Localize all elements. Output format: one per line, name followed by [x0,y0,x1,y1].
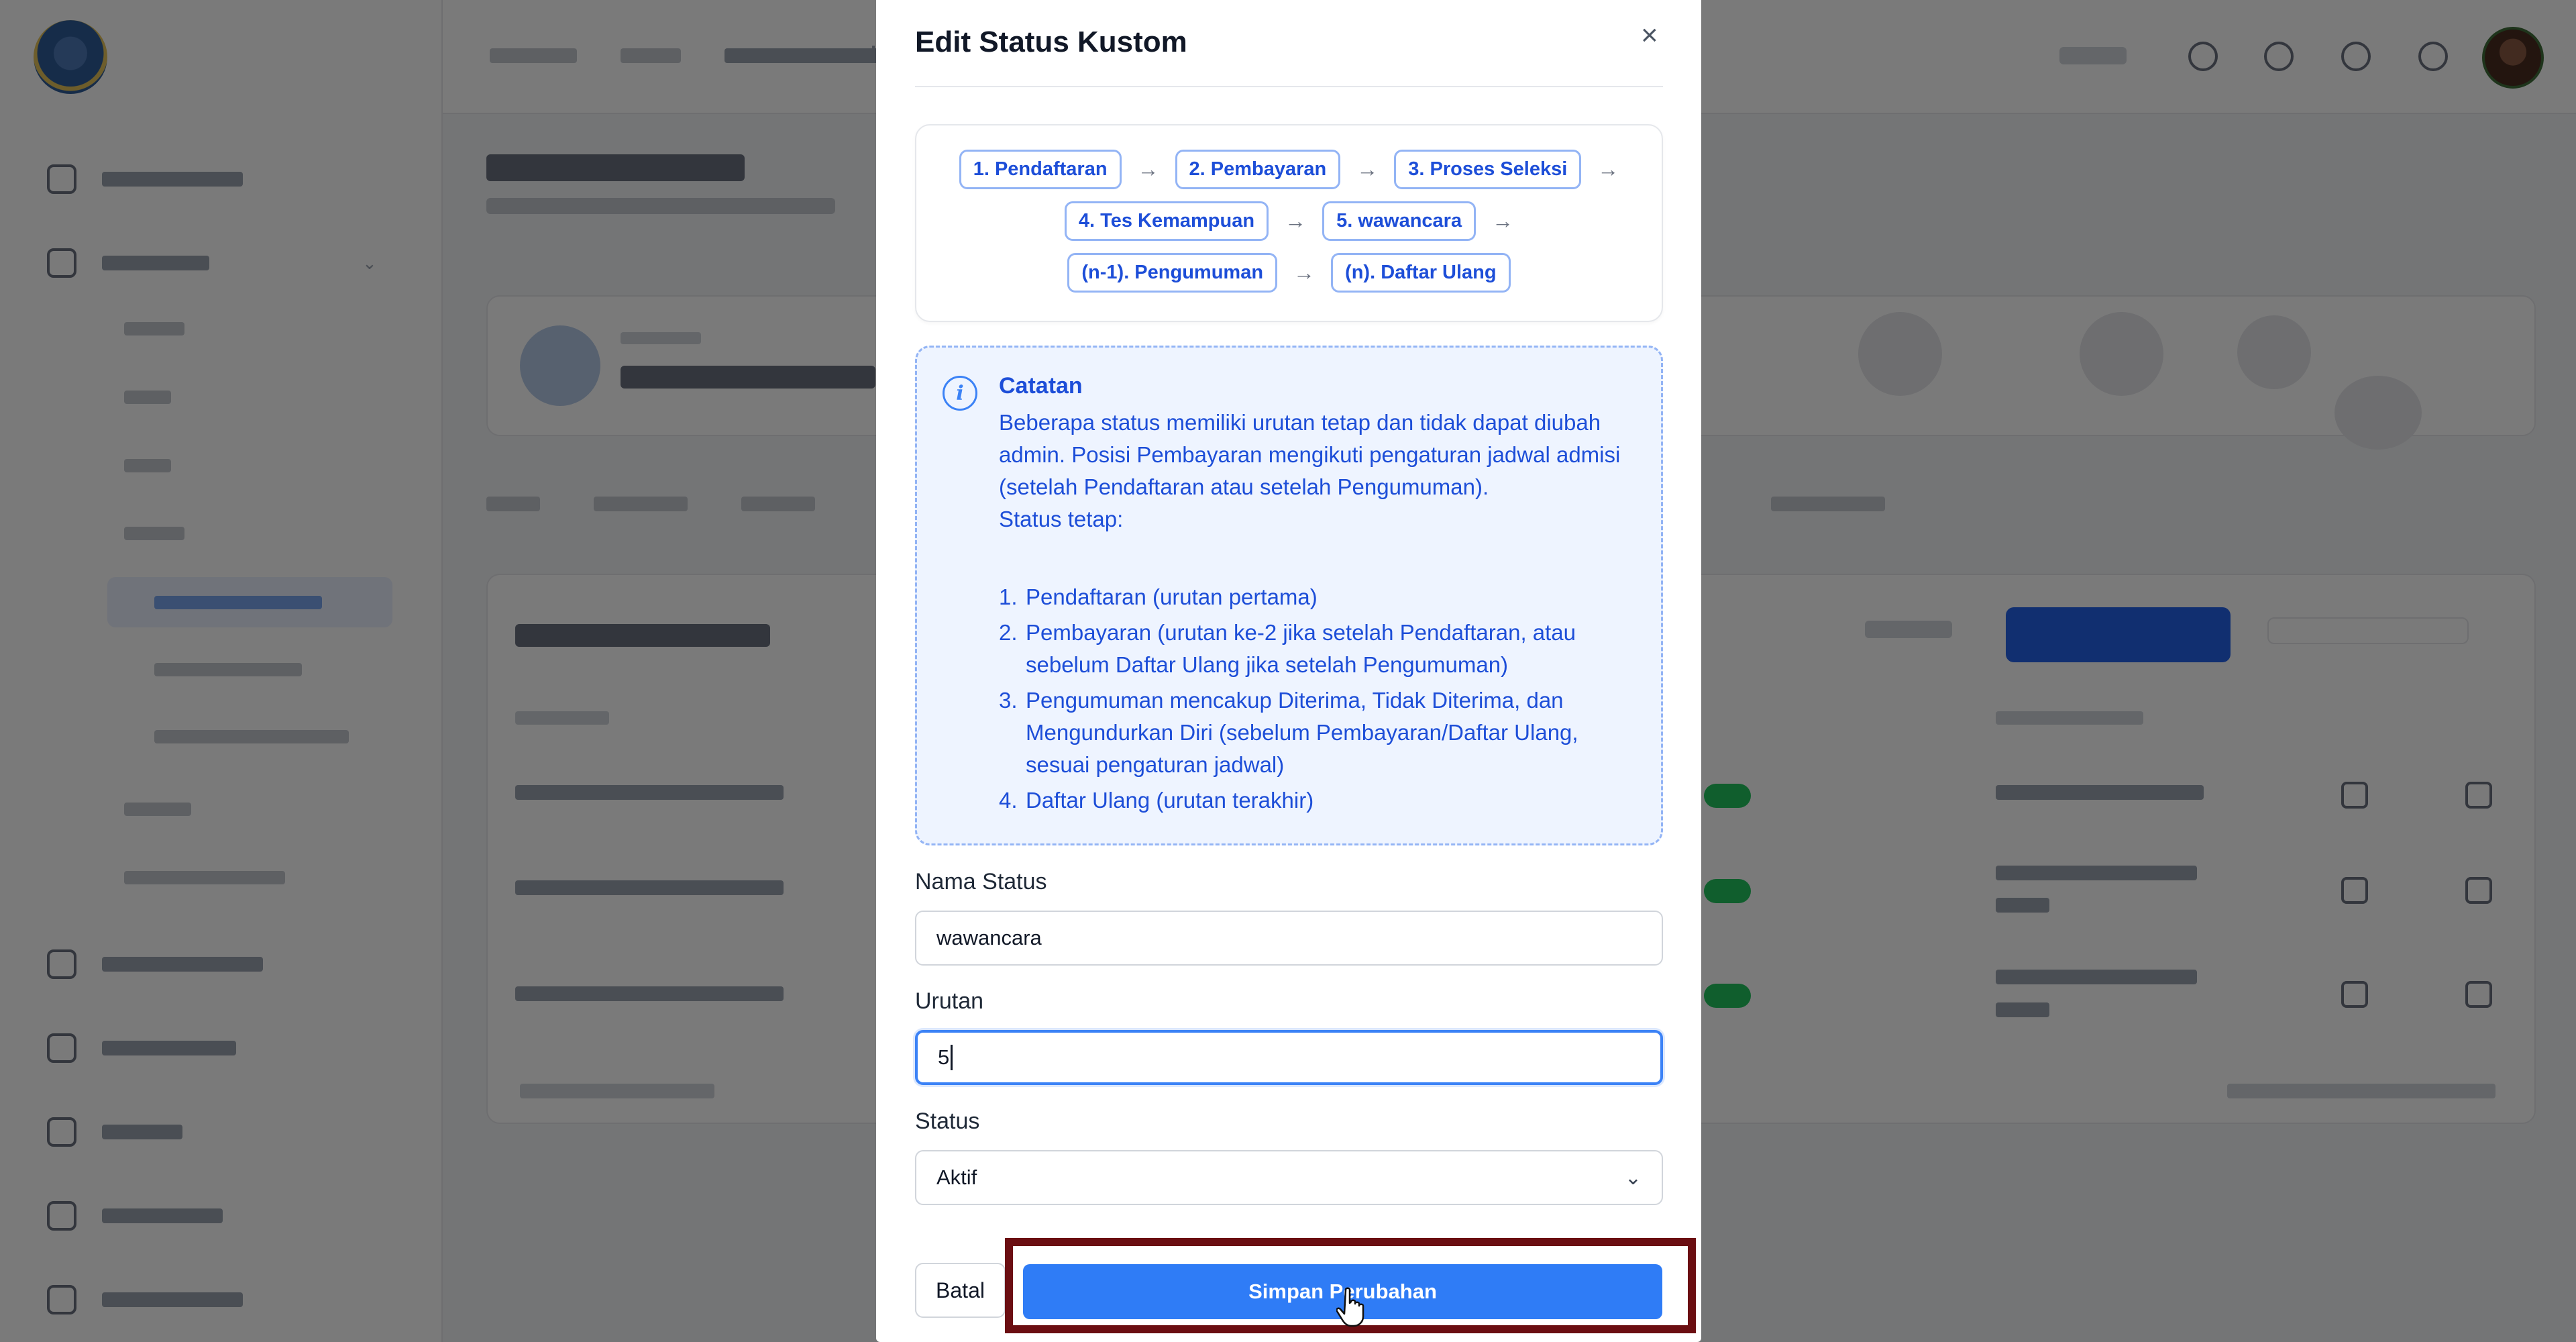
flow-step-chip: 2. Pembayaran [1175,150,1341,189]
status-select[interactable]: Aktif ⌄ [915,1150,1663,1205]
list-item: 4. Daftar Ulang (urutan terakhir) [999,788,1314,813]
urutan-input[interactable]: 5 [915,1030,1663,1085]
list-item: 3. Pengumuman mencakup Diterima, Tidak Di… [999,688,1578,777]
flow-step-chip: 5. wawancara [1322,201,1477,241]
arrow-right-icon: → [1597,157,1619,181]
list-item: 1. Pendaftaran (urutan pertama) [999,584,1318,609]
arrow-right-icon: → [1356,157,1379,181]
note-title: Catatan [999,373,1083,399]
status-label: Status [915,1108,980,1134]
list-item: 2. Pembayaran (urutan ke-2 jika setelah P… [999,620,1576,677]
flow-step-chip: 3. Proses Seleksi [1394,150,1582,189]
chevron-down-icon: ⌄ [1624,1167,1642,1189]
edit-status-modal: Edit Status Kustom × 1. Pendaftaran → 2.… [876,0,1701,1342]
fixed-status-list: 1. Pendaftaran (urutan pertama) 2. Pembaya… [999,581,1643,820]
note-body-text: Beberapa status memiliki urutan tetap da… [999,410,1621,499]
nama-status-value: wawancara [936,926,1042,949]
flow-step-chip: 4. Tes Kemampuan [1064,201,1269,241]
cancel-button[interactable]: Batal [915,1263,1006,1318]
nama-status-input[interactable]: wawancara [915,911,1663,966]
close-icon[interactable]: × [1641,19,1658,52]
flow-row: 1. Pendaftaran → 2. Pembayaran → 3. Pros… [916,150,1662,189]
note-body: Beberapa status memiliki urutan tetap da… [999,407,1643,535]
flow-step-chip: (n). Daftar Ulang [1331,253,1511,293]
hand-cursor-icon [1336,1287,1364,1327]
info-note: i Catatan Beberapa status memiliki uruta… [915,346,1663,845]
flow-row: (n-1). Pengumuman → (n). Daftar Ulang [916,253,1662,293]
nama-status-label: Nama Status [915,869,1047,894]
divider [915,86,1663,87]
urutan-label: Urutan [915,988,984,1014]
arrow-right-icon: → [1492,209,1514,233]
modal-title: Edit Status Kustom [915,25,1187,58]
info-icon: i [943,376,977,411]
arrow-right-icon: → [1293,260,1316,285]
arrow-right-icon: → [1137,157,1159,181]
flow-step-chip: 1. Pendaftaran [959,150,1122,189]
status-flow: 1. Pendaftaran → 2. Pembayaran → 3. Pros… [915,124,1663,322]
urutan-value: 5 [938,1045,950,1069]
flow-step-chip: (n-1). Pengumuman [1067,253,1278,293]
text-caret [951,1045,953,1070]
note-fixed-heading: Status tetap: [999,507,1124,531]
flow-row: 4. Tes Kemampuan → 5. wawancara → [916,201,1662,241]
status-select-value: Aktif [936,1166,977,1189]
arrow-right-icon: → [1285,209,1307,233]
